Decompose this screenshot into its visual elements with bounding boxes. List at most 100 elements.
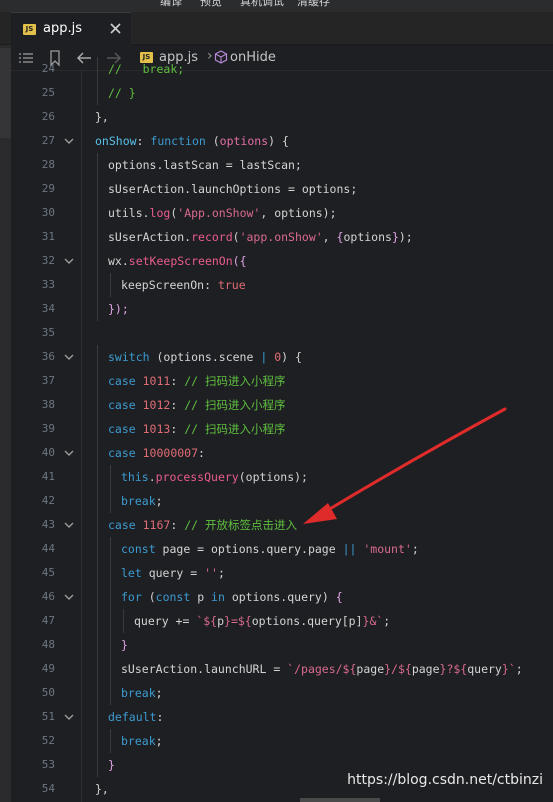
fold-chevron-icon[interactable] <box>63 351 75 363</box>
horizontal-scrollbar[interactable] <box>300 798 380 802</box>
code-line[interactable]: break; <box>121 681 163 705</box>
code-token: for <box>121 590 142 604</box>
code-line[interactable]: sUserAction.launchURL = `/pages/${page}/… <box>121 657 523 681</box>
code-line[interactable]: // } <box>108 81 136 105</box>
breadcrumb-symbol[interactable]: onHide <box>230 50 276 65</box>
code-line[interactable]: sUserAction.launchOptions = options; <box>108 177 357 201</box>
code-token: true <box>217 278 246 292</box>
code-line[interactable]: } <box>121 633 128 657</box>
code-line[interactable]: }, <box>95 777 109 801</box>
code-line[interactable]: utils.log('App.onShow', options); <box>108 201 337 225</box>
side-panel-selection <box>0 48 11 138</box>
line-number: 31 <box>41 230 55 243</box>
menu-preview[interactable]: 预览 <box>200 0 222 8</box>
code-token: ; <box>515 662 523 676</box>
code-token: , options); <box>260 206 337 220</box>
code-line[interactable]: break; <box>121 729 163 753</box>
code-editor[interactable]: // break;// }}, onShow: function (options… <box>81 57 553 802</box>
code-line[interactable]: case 10000007: <box>108 441 205 465</box>
fold-chevron-icon[interactable] <box>63 519 75 531</box>
code-token: `${ <box>196 614 218 628</box>
line-number: 27 <box>41 134 55 147</box>
line-number: 34 <box>41 302 55 315</box>
indent-guide <box>97 585 98 609</box>
code-line[interactable]: case 1013: // 扫码进入小程序 <box>108 417 285 441</box>
code-line[interactable]: keepScreenOn: true <box>121 273 246 297</box>
code-token: options <box>343 230 392 244</box>
code-token: const <box>155 590 191 604</box>
code-line[interactable]: onShow: function (options) { <box>95 129 289 153</box>
indent-guide <box>110 273 111 297</box>
code-token: ( <box>141 590 156 604</box>
indent-guide <box>97 537 98 561</box>
line-number: 33 <box>41 278 55 291</box>
code-token: wx. <box>108 254 129 268</box>
code-line[interactable]: break; <box>121 489 163 513</box>
code-token: keepScreenOn: <box>121 278 218 292</box>
line-number: 48 <box>41 638 55 651</box>
code-token: { <box>335 590 343 604</box>
code-token: ; <box>155 734 163 748</box>
fold-chevron-icon[interactable] <box>63 447 75 459</box>
code-line[interactable]: default: <box>108 705 163 729</box>
code-line[interactable]: // break; <box>108 57 184 81</box>
code-line[interactable]: this.processQuery(options); <box>121 465 308 489</box>
line-number: 51 <box>41 710 55 723</box>
code-token: break; <box>128 62 185 76</box>
indent-guide <box>97 57 98 81</box>
code-token: `/pages/${ <box>287 662 357 676</box>
fold-chevron-icon[interactable] <box>63 135 75 147</box>
code-line[interactable]: const page = options.query.page || 'moun… <box>121 537 419 561</box>
code-token: setKeepScreenOn <box>128 254 233 268</box>
line-number: 40 <box>41 446 55 459</box>
line-number: 28 <box>41 158 55 171</box>
line-number: 36 <box>41 350 55 363</box>
indent-guide <box>110 657 111 681</box>
code-line[interactable]: wx.setKeepScreenOn({ <box>108 249 247 273</box>
code-line[interactable]: sUserAction.record('app.onShow', {option… <box>108 225 413 249</box>
menu-device-debug[interactable]: 真机调试 <box>240 0 284 8</box>
tab-app-js[interactable]: JS app.js <box>11 12 131 45</box>
code-line[interactable]: }); <box>108 297 129 321</box>
line-number: 49 <box>41 662 55 675</box>
code-token: ; <box>217 566 225 580</box>
code-line[interactable]: for (const p in options.query) { <box>121 585 343 609</box>
code-token: }?${ <box>439 662 468 676</box>
code-token: options.query) <box>224 590 336 604</box>
code-line[interactable]: options.lastScan = lastScan; <box>108 153 302 177</box>
fold-chevron-icon[interactable] <box>63 591 75 603</box>
fold-chevron-icon[interactable] <box>63 711 75 723</box>
line-number: 30 <box>41 206 55 219</box>
code-token: page = options.query.page <box>155 542 343 556</box>
code-token: ( <box>205 134 220 148</box>
code-line[interactable]: query += `${p}=${options.query[p]}&`; <box>134 609 390 633</box>
code-token: // <box>108 62 129 76</box>
line-number-gutter: 24 25 26 27 28 29 30 31 32 33 34 35 36 37 38 39 40 41 42 43… <box>11 62 81 802</box>
indent-guide <box>97 249 98 273</box>
code-token: case <box>108 398 143 412</box>
code-token: p <box>217 614 225 628</box>
back-arrow-icon[interactable] <box>75 49 93 67</box>
indent-guide <box>110 633 111 657</box>
code-token: 1011 <box>142 374 171 388</box>
code-token: default <box>108 710 157 724</box>
code-token: (options.scene <box>149 350 261 364</box>
code-line[interactable]: switch (options.scene | 0) { <box>108 345 302 369</box>
code-token: }` <box>501 662 516 676</box>
indent-guide <box>97 201 98 225</box>
code-token: : <box>170 518 185 532</box>
code-line[interactable]: }, <box>95 105 109 129</box>
indent-guide <box>97 393 98 417</box>
code-line[interactable]: case 1167: // 开放标签点击进入 <box>108 513 297 537</box>
menu-compile[interactable]: 编译 <box>160 0 182 8</box>
menu-clear-cache[interactable]: 清缓存 <box>297 0 330 8</box>
code-line[interactable]: } <box>108 753 115 777</box>
fold-chevron-icon[interactable] <box>63 255 75 267</box>
code-token: ; <box>383 614 391 628</box>
code-line[interactable]: case 1011: // 扫码进入小程序 <box>108 369 285 393</box>
indent-guide <box>97 561 98 585</box>
code-line[interactable]: let query = ''; <box>121 561 225 585</box>
code-line[interactable]: case 1012: // 扫码进入小程序 <box>108 393 285 417</box>
close-icon[interactable] <box>108 19 124 39</box>
code-token: 10000007 <box>142 446 199 460</box>
